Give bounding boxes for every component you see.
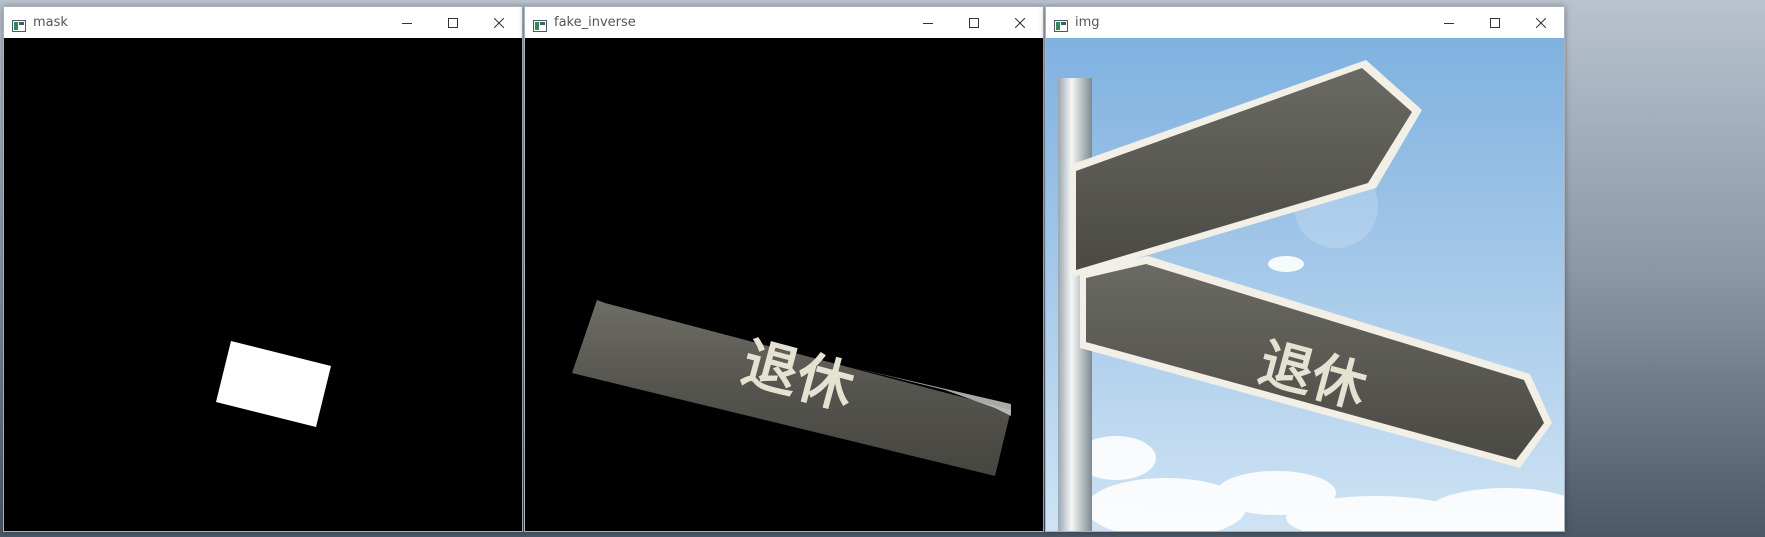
maximize-icon: [969, 17, 979, 28]
window-img[interactable]: img 退休: [1045, 6, 1565, 532]
title-bar[interactable]: mask: [4, 7, 522, 38]
maximize-icon: [1490, 17, 1500, 28]
minimize-button[interactable]: [905, 7, 951, 38]
minimize-button[interactable]: [1426, 7, 1472, 38]
maximize-button[interactable]: [951, 7, 997, 38]
window-app-icon: [12, 17, 26, 32]
window-app-icon: [533, 17, 547, 32]
minimize-icon: [402, 22, 412, 24]
image-canvas: 退休: [1046, 38, 1564, 531]
image-canvas: [4, 38, 522, 531]
minimize-icon: [1444, 22, 1454, 24]
maximize-button[interactable]: [1472, 7, 1518, 38]
minimize-icon: [923, 22, 933, 24]
window-mask[interactable]: mask: [3, 6, 523, 532]
window-title: fake_inverse: [554, 15, 636, 30]
close-icon: [494, 17, 504, 28]
close-button[interactable]: [997, 7, 1043, 38]
close-icon: [1536, 17, 1546, 28]
title-bar[interactable]: img: [1046, 7, 1564, 38]
window-title: mask: [33, 15, 68, 30]
window-app-icon: [1054, 17, 1068, 32]
image-canvas: 退休: [525, 38, 1043, 531]
minimize-button[interactable]: [384, 7, 430, 38]
close-button[interactable]: [476, 7, 522, 38]
close-icon: [1015, 17, 1025, 28]
close-button[interactable]: [1518, 7, 1564, 38]
mask-background: [4, 38, 522, 531]
window-fake-inverse[interactable]: fake_inverse 退休: [524, 6, 1044, 532]
maximize-button[interactable]: [430, 7, 476, 38]
maximize-icon: [448, 17, 458, 28]
window-title: img: [1075, 15, 1100, 30]
title-bar[interactable]: fake_inverse: [525, 7, 1043, 38]
